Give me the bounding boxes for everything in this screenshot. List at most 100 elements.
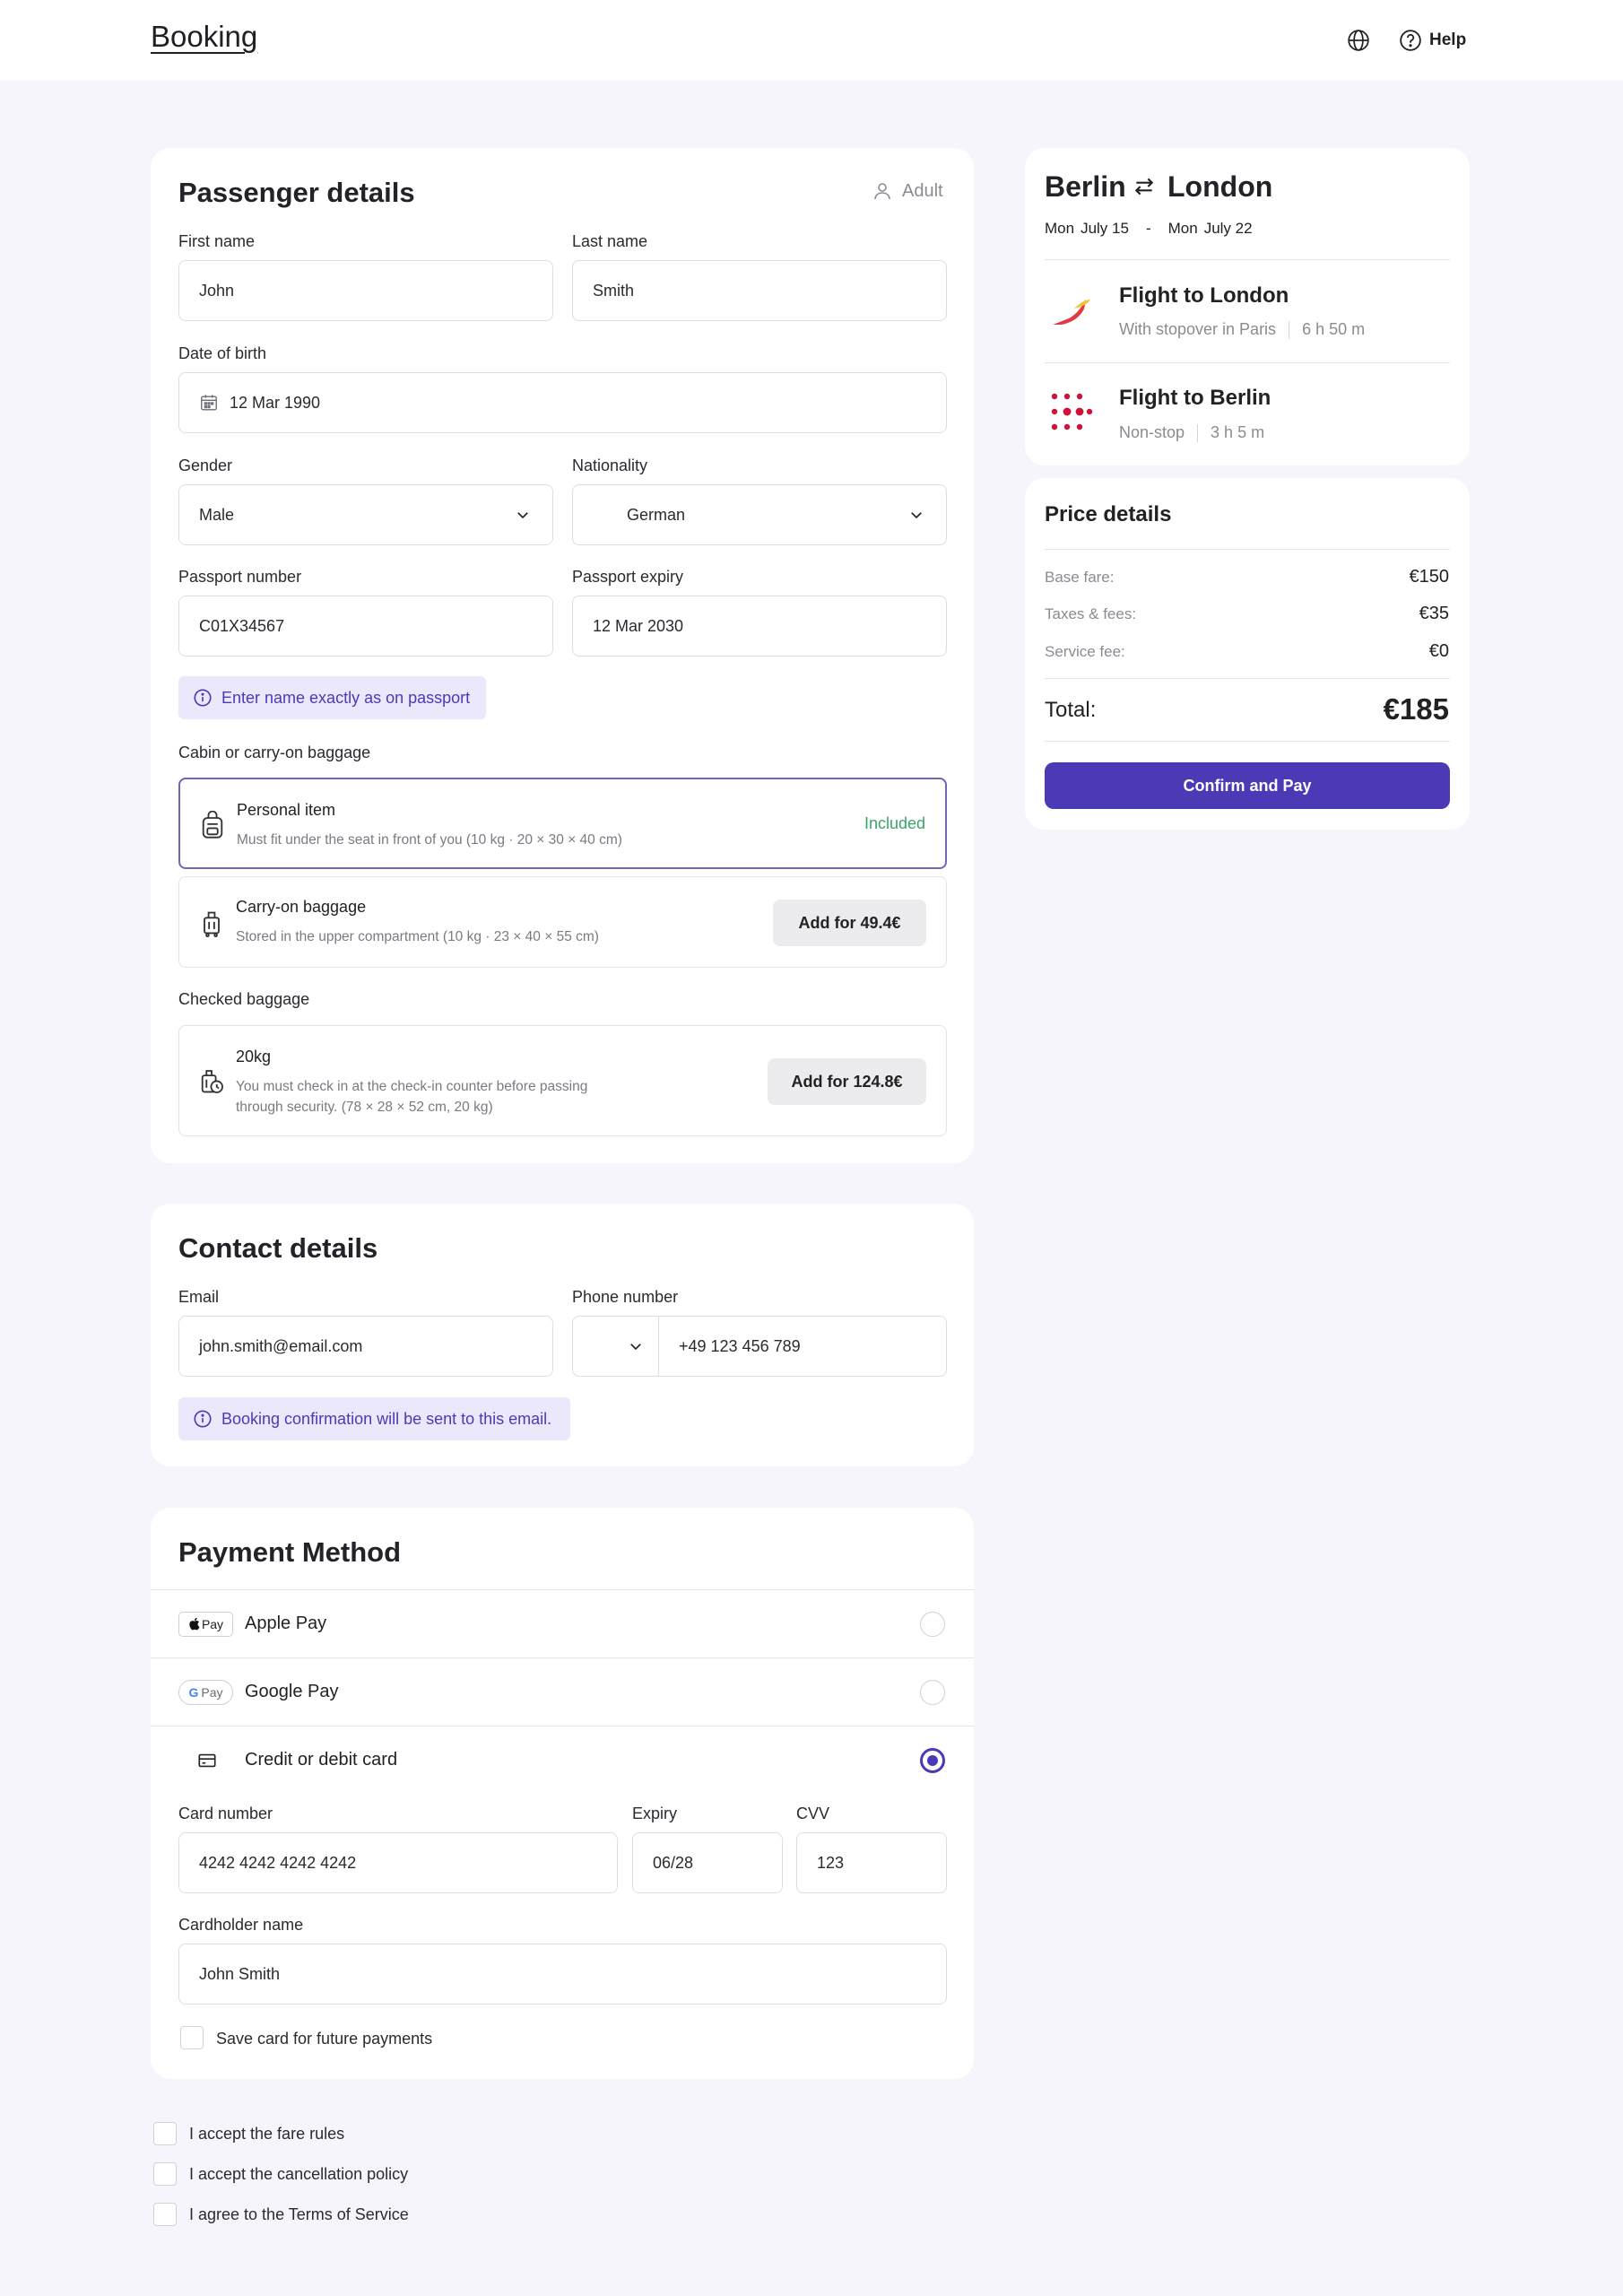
last-name-field[interactable]: Smith	[572, 260, 947, 321]
meta-separator	[1197, 423, 1199, 442]
outbound-duration: 6 h 50 m	[1302, 320, 1366, 338]
expiry-field[interactable]: 06/28	[632, 1832, 783, 1893]
cabin-baggage-label: Cabin or carry-on baggage	[178, 744, 371, 761]
apple-pay-badge-label: Pay	[201, 1616, 224, 1631]
depart-day: Mon	[1045, 220, 1075, 237]
fare-rules-label: I accept the fare rules	[189, 2125, 345, 2143]
chevron-down-icon	[517, 512, 528, 519]
dob-field[interactable]: 12 Mar 1990	[178, 372, 947, 433]
carry-on-desc: Stored in the upper compartment (10 kg ·…	[236, 929, 599, 944]
save-card-checkbox[interactable]	[180, 2026, 204, 2049]
checked-baggage-desc-1: You must check in at the check-in counte…	[236, 1079, 588, 1094]
passport-number-value: C01X34567	[199, 616, 285, 635]
carry-on-title: Carry-on baggage	[236, 898, 367, 916]
personal-item-status: Included	[864, 814, 925, 832]
logo[interactable]: Booking	[151, 20, 257, 54]
first-name-field[interactable]: John	[178, 260, 553, 321]
top-bar: Booking Help	[0, 0, 1623, 81]
chevron-down-icon	[630, 1344, 641, 1351]
service-fee-label: Service fee:	[1045, 643, 1125, 660]
service-fee-value: €0	[1428, 641, 1449, 661]
payment-option-google-pay[interactable]: G Pay Google Pay	[151, 1657, 974, 1726]
cvv-field[interactable]: 123	[796, 1832, 947, 1893]
card-label: Credit or debit card	[245, 1750, 398, 1770]
base-fare-label: Base fare:	[1045, 569, 1115, 586]
add-checked-baggage-button[interactable]: Add for 124.8€	[768, 1058, 926, 1105]
last-name-label: Last name	[572, 232, 648, 250]
card-number-label: Card number	[178, 1805, 273, 1822]
personal-item-option[interactable]: Personal item Must fit under the seat in…	[178, 778, 947, 869]
outbound-stop: With stopover in Paris	[1119, 320, 1277, 338]
terms-label: I agree to the Terms of Service	[189, 2205, 409, 2223]
cardholder-label: Cardholder name	[178, 1916, 304, 1934]
nationality-label: Nationality	[572, 457, 648, 474]
trip-dates: Mon July 15 - Mon July 22	[1045, 220, 1253, 238]
cancellation-policy-checkbox[interactable]	[153, 2162, 177, 2186]
taxes-label: Taxes & fees:	[1045, 605, 1137, 622]
first-name-label: First name	[178, 232, 256, 250]
chevron-down-icon	[911, 512, 922, 519]
route-to: London	[1167, 170, 1273, 203]
google-pay-label: Google Pay	[245, 1682, 339, 1701]
card-number-field[interactable]: 4242 4242 4242 4242	[178, 1832, 618, 1893]
gender-select[interactable]: Male	[178, 484, 553, 545]
cardholder-field[interactable]: John Smith	[178, 1944, 947, 2005]
google-g-icon: G	[188, 1684, 199, 1700]
outbound-flight-meta: With stopover in Paris 6 h 50 m	[1119, 320, 1365, 339]
price-divider-3	[1045, 741, 1450, 742]
globe-icon[interactable]	[1347, 29, 1370, 52]
checked-baggage-label: Checked baggage	[178, 990, 310, 1008]
card-radio[interactable]	[920, 1747, 945, 1773]
payment-option-card[interactable]: Credit or debit card	[151, 1726, 974, 1794]
apple-icon	[189, 1617, 200, 1631]
depart-date: July 15	[1081, 220, 1129, 237]
cvv-label: CVV	[796, 1805, 830, 1822]
payment-option-apple-pay[interactable]: Pay Apple Pay	[151, 1589, 974, 1657]
total-label: Total:	[1045, 698, 1097, 722]
cardholder-value: John Smith	[199, 1964, 281, 1983]
phone-field[interactable]: +49 123 456 789	[572, 1316, 947, 1377]
info-icon	[194, 689, 212, 707]
user-icon	[874, 183, 890, 200]
expiry-label: Expiry	[632, 1805, 678, 1822]
outbound-flight-title: Flight to London	[1119, 283, 1289, 308]
route-from: Berlin	[1045, 170, 1126, 203]
gender-value: Male	[199, 505, 235, 524]
confirm-and-pay-button[interactable]: Confirm and Pay	[1045, 762, 1450, 809]
fare-rules-checkbox[interactable]	[153, 2122, 177, 2145]
trip-divider-1	[1045, 259, 1450, 260]
dob-label: Date of birth	[178, 344, 267, 362]
help-button[interactable]: Help	[1399, 27, 1466, 54]
email-label: Email	[178, 1288, 220, 1306]
country-code-select[interactable]	[573, 1317, 659, 1376]
contact-title: Contact details	[178, 1232, 378, 1264]
passport-expiry-field[interactable]: 12 Mar 2030	[572, 596, 947, 657]
first-name-value: John	[199, 281, 235, 300]
google-pay-badge: G Pay	[178, 1679, 233, 1705]
passport-number-label: Passport number	[178, 568, 302, 586]
passport-info-text: Enter name exactly as on passport	[221, 688, 471, 707]
apple-pay-radio[interactable]	[920, 1611, 945, 1637]
base-fare-value: €150	[1409, 567, 1450, 587]
swap-arrows-icon	[1134, 178, 1154, 196]
date-dash: -	[1145, 220, 1151, 237]
phone-label: Phone number	[572, 1288, 679, 1306]
nationality-select[interactable]: German	[572, 484, 947, 545]
save-card-label: Save card for future payments	[216, 2030, 433, 2048]
nationality-value: German	[627, 505, 686, 524]
suitcase-icon	[204, 911, 220, 937]
google-pay-radio[interactable]	[920, 1679, 945, 1705]
carry-on-option: Carry-on baggage Stored in the upper com…	[178, 876, 947, 968]
passport-expiry-value: 12 Mar 2030	[593, 616, 684, 635]
help-label: Help	[1429, 30, 1467, 49]
airline-logo-wing	[1053, 300, 1090, 325]
return-flight-meta: Non-stop 3 h 5 m	[1119, 423, 1264, 442]
personal-item-title: Personal item	[237, 801, 336, 819]
email-field[interactable]: john.smith@email.com	[178, 1316, 553, 1377]
passport-number-field[interactable]: C01X34567	[178, 596, 553, 657]
terms-checkbox[interactable]	[153, 2203, 177, 2226]
add-carry-on-button[interactable]: Add for 49.4€	[773, 900, 926, 946]
cancellation-policy-label: I accept the cancellation policy	[189, 2165, 409, 2183]
email-info-banner: Booking confirmation will be sent to thi…	[178, 1397, 570, 1440]
total-value: €185	[1383, 692, 1449, 726]
